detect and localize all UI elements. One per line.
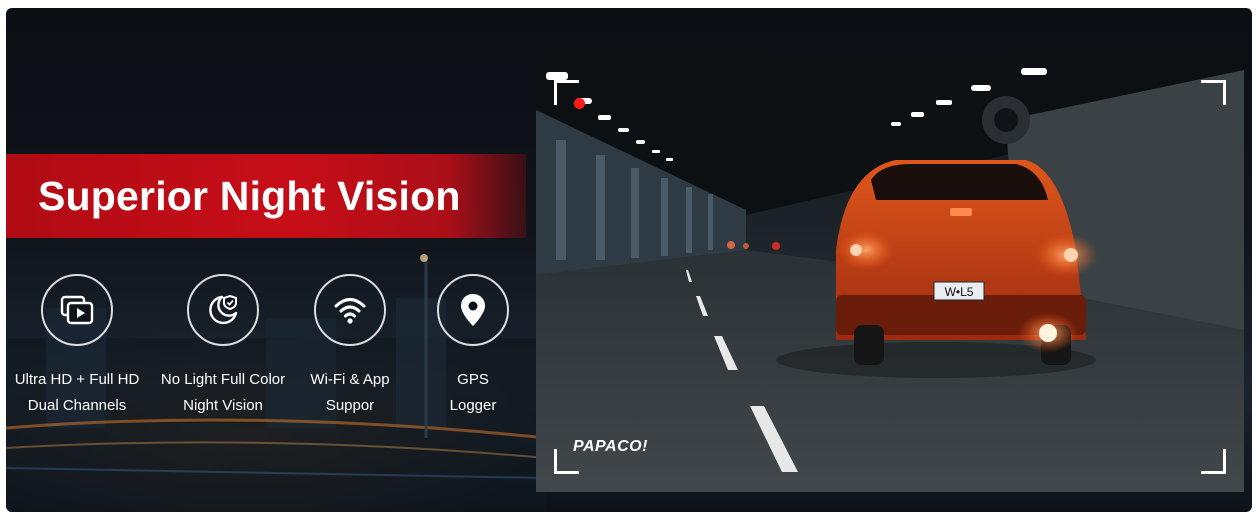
frame-corner-bottom-right	[1201, 449, 1226, 474]
banner-title: Superior Night Vision	[38, 172, 461, 219]
license-plate-text: W•L5	[945, 285, 974, 299]
wifi-icon	[314, 274, 386, 346]
title-banner: Superior Night Vision	[6, 154, 526, 238]
frame-corner-top-right	[1201, 80, 1226, 105]
feature-label-line1: GPS	[457, 371, 489, 388]
feature-gps-logger: GPS Logger	[398, 274, 548, 419]
feature-dual-channels: Ultra HD + Full HD Dual Channels	[6, 274, 152, 419]
recording-indicator-icon	[574, 98, 585, 109]
tunnel-car-scene: W•L5	[536, 60, 1244, 492]
dashcam-night-footage-image: W•L5 PAPACO!	[536, 60, 1244, 492]
brand-watermark: PAPACO!	[573, 438, 648, 455]
feature-label-line2: Dual Channels	[27, 397, 127, 414]
feature-label-line1: Ultra HD + Full HD	[14, 371, 140, 388]
location-pin-icon	[437, 274, 509, 346]
feature-label-line2: Logger	[449, 397, 497, 414]
dual-channel-video-icon	[41, 274, 113, 346]
moon-night-vision-icon	[187, 274, 259, 346]
product-banner: Superior Night Vision Ultra HD + Full HD…	[6, 8, 1252, 512]
night-city-background	[6, 254, 546, 512]
